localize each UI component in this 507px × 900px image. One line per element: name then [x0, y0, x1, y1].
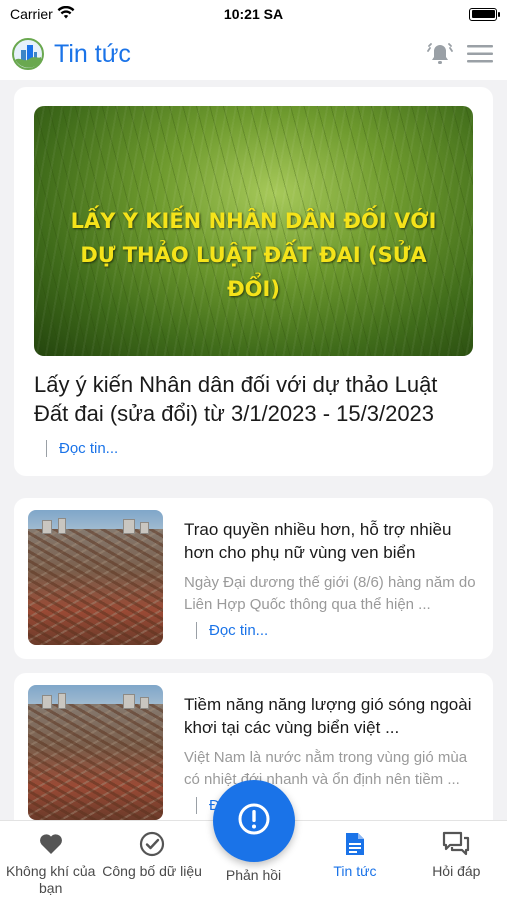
- tab-khong-khi[interactable]: Không khí của bạn: [0, 821, 101, 900]
- page-title: Tin tức: [54, 39, 131, 68]
- tab-hoi-dap[interactable]: Hỏi đáp: [406, 821, 507, 900]
- notification-bell-icon[interactable]: [425, 39, 455, 69]
- carrier-label: Carrier: [10, 6, 53, 22]
- check-circle-icon: [139, 831, 165, 857]
- tab-cong-bo-du-lieu[interactable]: Công bố dữ liệu: [101, 821, 202, 900]
- news-title[interactable]: Trao quyền nhiều hơn, hỗ trợ nhiều hơn c…: [184, 518, 479, 564]
- news-body: Trao quyền nhiều hơn, hỗ trợ nhiều hơn c…: [163, 510, 479, 649]
- news-thumbnail[interactable]: [28, 685, 163, 820]
- news-title[interactable]: Tiềm năng năng lượng gió sóng ngoài khơi…: [184, 693, 479, 739]
- news-body: Tiềm năng năng lượng gió sóng ngoài khơi…: [163, 685, 479, 820]
- news-thumbnail[interactable]: [28, 510, 163, 645]
- tab-tin-tuc[interactable]: Tin tức: [304, 821, 405, 900]
- tab-label: Hỏi đáp: [432, 863, 481, 879]
- featured-image-text: LẤY Ý KIẾN NHÂN DÂN ĐỐI VỚI DỰ THẢO LUẬT…: [70, 209, 437, 301]
- feedback-fab-button[interactable]: [213, 780, 295, 862]
- tab-label: Công bố dữ liệu: [102, 863, 202, 879]
- status-left: Carrier: [10, 5, 75, 22]
- status-time: 10:21 SA: [223, 6, 284, 22]
- tab-label: Không khí của bạn: [5, 863, 96, 896]
- featured-article[interactable]: LẤY Ý KIẾN NHÂN DÂN ĐỐI VỚI DỰ THẢO LUẬT…: [14, 87, 493, 476]
- menu-icon[interactable]: [465, 39, 495, 69]
- document-icon: [344, 831, 366, 857]
- news-item[interactable]: Trao quyền nhiều hơn, hỗ trợ nhiều hơn c…: [14, 498, 493, 659]
- news-feed[interactable]: LẤY Ý KIẾN NHÂN DÂN ĐỐI VỚI DỰ THẢO LUẬT…: [0, 80, 507, 820]
- heart-icon: [38, 831, 64, 857]
- featured-read-more-link[interactable]: Đọc tin...: [46, 440, 118, 457]
- battery-icon: [469, 7, 500, 21]
- featured-image[interactable]: LẤY Ý KIẾN NHÂN DÂN ĐỐI VỚI DỰ THẢO LUẬT…: [34, 106, 473, 356]
- app-header: Tin tức: [0, 28, 507, 80]
- alert-circle-icon: [236, 801, 272, 842]
- app-logo-icon: [12, 38, 44, 70]
- tab-label: Phản hồi: [225, 867, 282, 883]
- news-read-more-link[interactable]: Đọc tin...: [196, 622, 268, 639]
- chat-icon: [442, 831, 470, 857]
- news-description: Ngày Đại dương thế giới (8/6) hàng năm d…: [184, 574, 476, 613]
- status-bar: Carrier 10:21 SA: [0, 0, 507, 28]
- tab-label: Tin tức: [333, 863, 377, 879]
- news-description: Việt Nam là nước nằm trong vùng gió mùa …: [184, 749, 468, 788]
- wifi-icon: [57, 5, 75, 22]
- featured-title[interactable]: Lấy ý kiến Nhân dân đối với dự thảo Luật…: [34, 370, 473, 428]
